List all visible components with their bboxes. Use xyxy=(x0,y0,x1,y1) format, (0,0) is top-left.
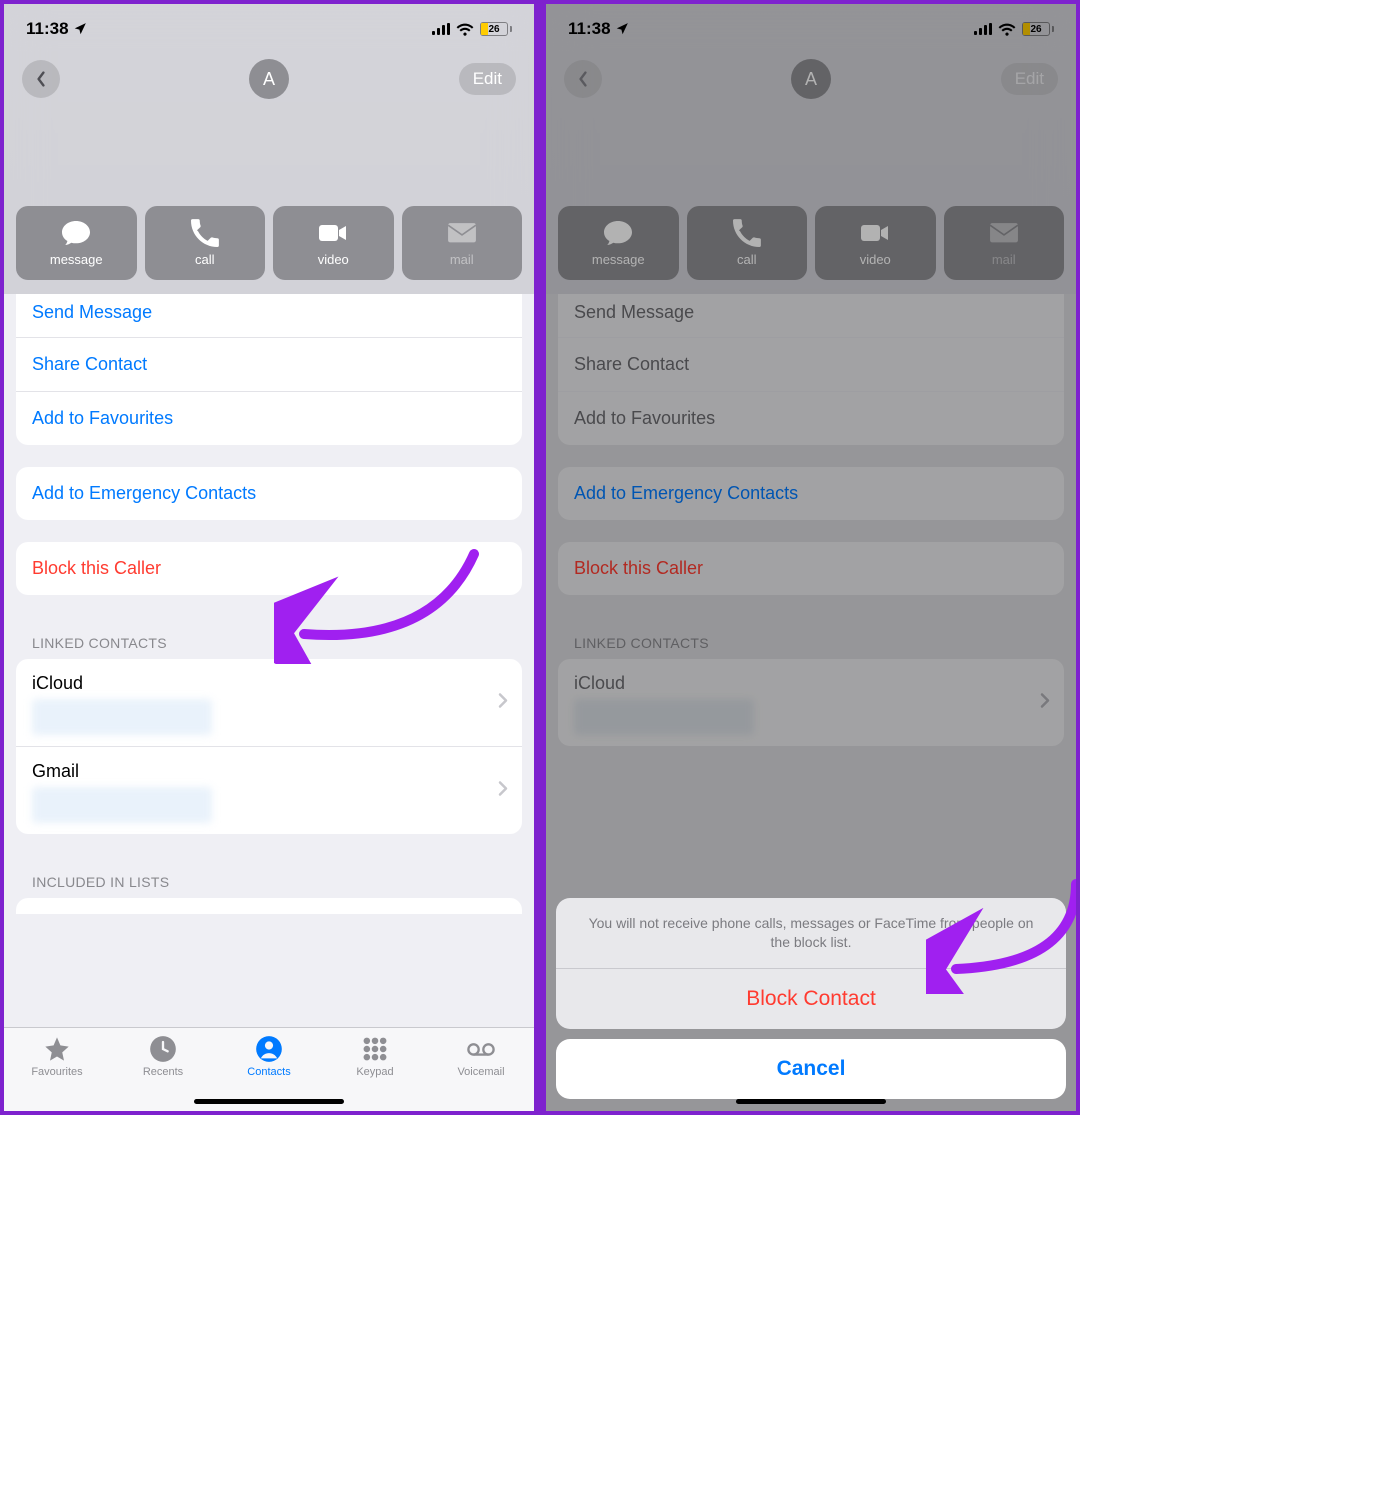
block-group: Block this Caller xyxy=(16,542,522,595)
linked-group: iCloud Gmail xyxy=(16,659,522,834)
location-icon xyxy=(73,22,87,36)
mail-chip: mail xyxy=(402,206,523,280)
star-icon xyxy=(43,1036,71,1062)
call-chip[interactable]: call xyxy=(145,206,266,280)
wifi-icon xyxy=(456,22,474,36)
screenshot-right: 11:38 26 A Edit xyxy=(542,0,1080,1115)
tab-contacts[interactable]: Contacts xyxy=(216,1036,322,1078)
clock-icon xyxy=(149,1036,177,1062)
keypad-icon xyxy=(361,1036,389,1062)
edit-button[interactable]: Edit xyxy=(459,63,516,95)
clock: 11:38 xyxy=(26,19,69,39)
block-contact-button[interactable]: Block Contact xyxy=(556,968,1066,1029)
contact-header: 11:38 26 A Edit xyxy=(4,4,534,294)
tab-favourites[interactable]: Favourites xyxy=(4,1036,110,1078)
back-button[interactable] xyxy=(22,60,60,98)
message-icon xyxy=(61,220,91,246)
person-icon xyxy=(255,1036,283,1062)
included-lists-title: INCLUDED IN LISTS xyxy=(4,856,534,898)
block-caller-row[interactable]: Block this Caller xyxy=(16,542,522,595)
share-contact-row[interactable]: Share Contact xyxy=(16,337,522,391)
home-indicator[interactable] xyxy=(194,1099,344,1104)
video-chip[interactable]: video xyxy=(273,206,394,280)
mail-icon xyxy=(447,220,477,246)
linked-gmail-row[interactable]: Gmail xyxy=(16,746,522,834)
sheet-message: You will not receive phone calls, messag… xyxy=(556,898,1066,968)
linked-icloud-row[interactable]: iCloud xyxy=(16,659,522,746)
included-group xyxy=(16,898,522,914)
screenshot-left: 11:38 26 A Edit xyxy=(0,0,538,1115)
tab-keypad[interactable]: Keypad xyxy=(322,1036,428,1078)
send-message-row[interactable]: Send Message xyxy=(16,294,522,337)
status-bar: 11:38 26 xyxy=(4,4,534,54)
contact-avatar: A xyxy=(249,59,289,99)
phone-icon xyxy=(190,220,220,246)
message-chip[interactable]: message xyxy=(16,206,137,280)
video-icon xyxy=(318,220,348,246)
add-favourites-row[interactable]: Add to Favourites xyxy=(16,391,522,445)
actions-group-1: Send Message Share Contact Add to Favour… xyxy=(16,294,522,445)
tab-recents[interactable]: Recents xyxy=(110,1036,216,1078)
emergency-group: Add to Emergency Contacts xyxy=(16,467,522,520)
action-sheet: You will not receive phone calls, messag… xyxy=(556,898,1066,1099)
tab-voicemail[interactable]: Voicemail xyxy=(428,1036,534,1078)
chevron-right-icon xyxy=(498,780,508,801)
voicemail-icon xyxy=(467,1036,495,1062)
battery-icon: 26 xyxy=(480,22,512,36)
cancel-button[interactable]: Cancel xyxy=(556,1039,1066,1099)
linked-contacts-title: LINKED CONTACTS xyxy=(4,617,534,659)
add-emergency-row[interactable]: Add to Emergency Contacts xyxy=(16,467,522,520)
cellular-icon xyxy=(432,23,450,35)
chevron-right-icon xyxy=(498,692,508,713)
